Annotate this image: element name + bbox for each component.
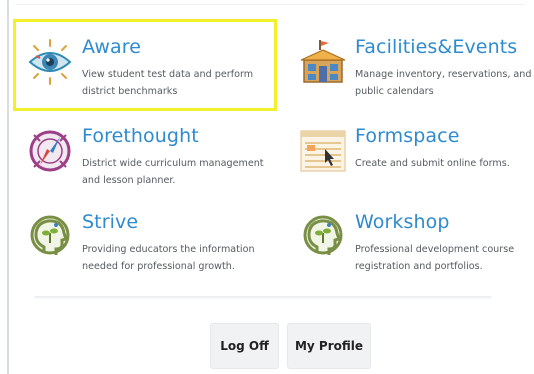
app-description: Manage inventory, reservations, and publ… — [355, 69, 532, 97]
growth-head-icon — [26, 213, 74, 261]
log-off-button[interactable]: Log Off — [210, 323, 279, 369]
left-border — [7, 0, 9, 374]
compass-icon — [26, 127, 74, 175]
top-divider — [15, 4, 525, 5]
app-description: District wide curriculum management and … — [82, 158, 264, 186]
my-profile-button[interactable]: My Profile — [287, 323, 371, 369]
app-description: Create and submit online forms. — [355, 158, 510, 169]
app-title: Facilities&Events — [355, 36, 518, 58]
app-title: Forethought — [82, 125, 199, 147]
app-title: Workshop — [355, 211, 450, 233]
building-icon — [299, 38, 347, 86]
highlight-box — [13, 19, 277, 111]
app-title: Strive — [82, 211, 139, 233]
app-description: Providing educators the information need… — [82, 244, 255, 272]
app-description: Professional development course registra… — [355, 244, 515, 272]
panel-bottom-edge — [34, 296, 492, 300]
app-title: Formspace — [355, 125, 460, 147]
forms-icon — [299, 127, 347, 175]
growth-head-icon — [299, 213, 347, 261]
